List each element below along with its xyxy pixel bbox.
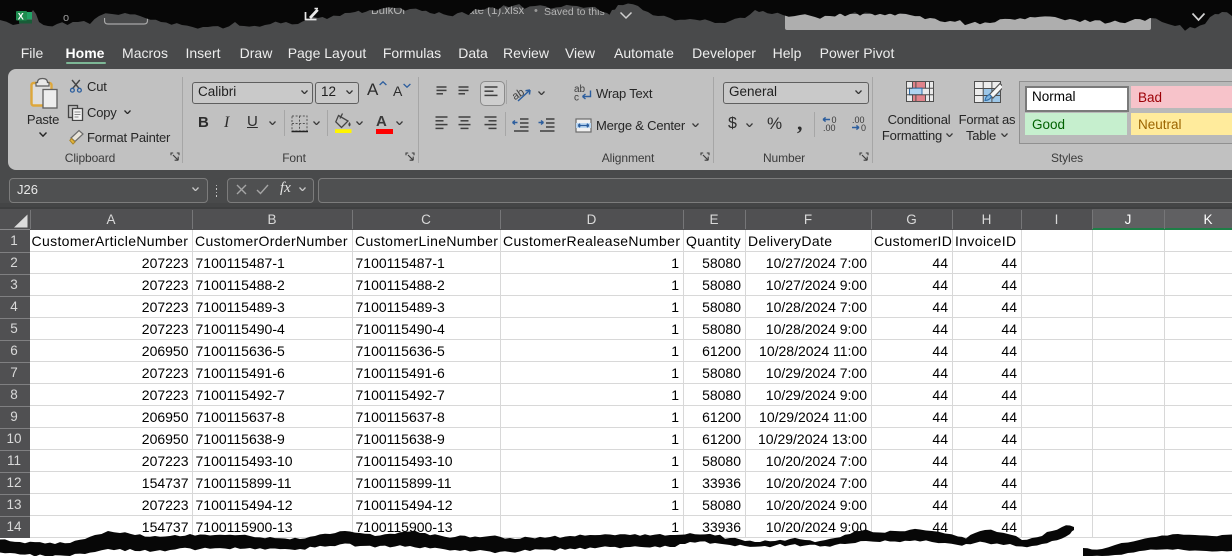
svg-text:c: c: [574, 93, 579, 102]
svg-text:X: X: [18, 12, 24, 22]
svg-text:0: 0: [861, 123, 866, 132]
svg-text:.00: .00: [823, 123, 836, 132]
